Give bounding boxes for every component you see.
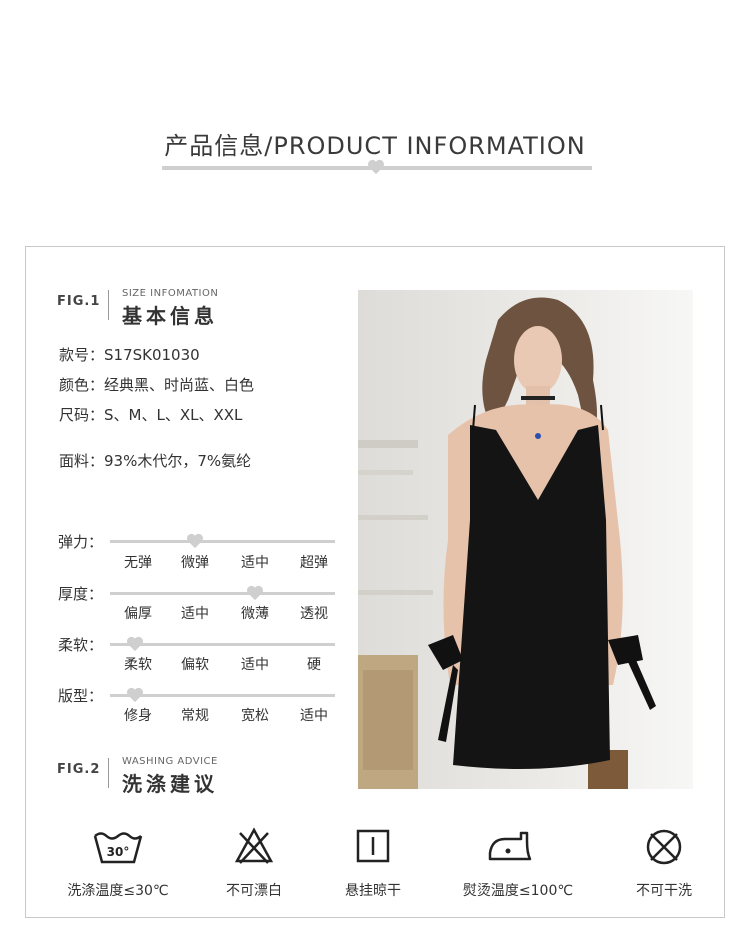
scale-option: 微弹 [181,555,209,571]
scale-option: 硬 [307,657,321,673]
page-title: 产品信息/PRODUCT INFORMATION [164,132,586,160]
scale-option: 适中 [300,708,328,724]
scale-label: 柔软： [58,636,104,654]
wash-label: 悬挂晾干 [345,883,401,899]
scale-option: 超弹 [300,555,328,571]
scale-option: 适中 [241,657,269,673]
wash-temp-label: 30° [107,845,130,859]
heart-icon [187,533,203,549]
fig2-subtitle: WASHING ADVICE [122,756,218,767]
scale-option: 偏厚 [124,606,152,622]
heart-icon [368,159,384,175]
heart-icon [247,585,263,601]
scale-option: 适中 [241,555,269,571]
scale-bar [110,592,335,595]
wash-label: 洗涤温度≤30℃ [67,883,169,899]
hang-dry-icon [356,829,390,863]
scale-bar [110,540,335,543]
fig2-divider [108,758,109,788]
wash-label: 熨烫温度≤100℃ [462,883,574,899]
heart-icon [127,636,143,652]
fig1-number: FIG.1 [57,294,101,309]
wash-label: 不可干洗 [636,883,692,899]
scale-option: 透视 [300,606,328,622]
fig1-title: 基本信息 [122,304,218,328]
scale-option: 柔软 [124,657,152,673]
fig2-title: 洗涤建议 [122,772,218,796]
no-dry-clean-icon [646,829,682,865]
scale-option: 微薄 [241,606,269,622]
scale-label: 版型： [58,687,104,705]
fig1-subtitle: SIZE INFOMATION [122,288,219,299]
scale-label: 厚度： [58,585,104,603]
scale-option: 宽松 [241,708,269,724]
iron-icon [488,831,532,861]
scale-label: 弹力： [58,533,104,551]
fig1-divider [108,290,109,320]
scale-option: 适中 [181,606,209,622]
no-bleach-icon [234,827,274,864]
color-options: 颜色：经典黑、时尚蓝、白色 [59,376,255,394]
scale-option: 修身 [124,708,152,724]
fabric-composition: 面料：93%木代尔，7%氨纶 [59,452,252,470]
style-number: 款号：S17SK01030 [59,346,200,364]
size-options: 尺码：S、M、L、XL、XXL [59,406,243,424]
product-photo [358,290,693,789]
scale-option: 常规 [181,708,209,724]
heart-icon [127,687,143,703]
scale-option: 偏软 [181,657,209,673]
fig2-number: FIG.2 [57,762,101,777]
wash-30-icon: 30° [93,832,143,864]
scale-option: 无弹 [124,555,152,571]
